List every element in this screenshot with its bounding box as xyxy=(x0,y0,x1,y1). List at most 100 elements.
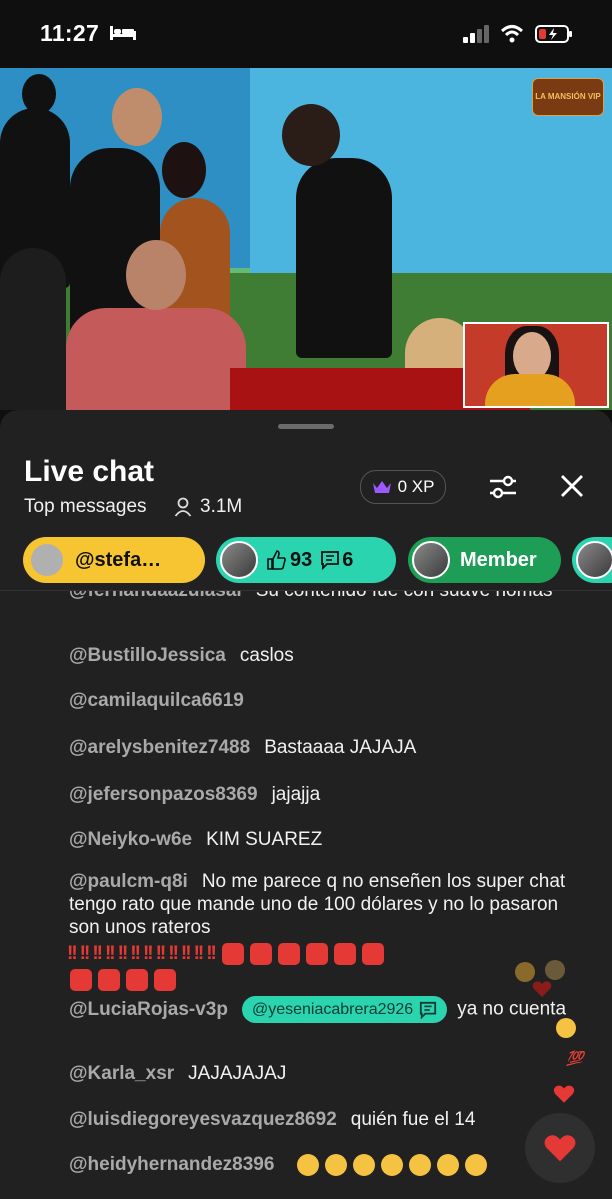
message-author[interactable]: @Neiyko-w6e xyxy=(69,829,192,850)
video-head xyxy=(22,74,56,114)
video-head xyxy=(282,104,340,166)
rofl-emoji-icon xyxy=(324,1153,347,1176)
sleep-mode-icon xyxy=(110,26,136,40)
thumbs-up-icon xyxy=(267,550,286,570)
engagement-chip[interactable]: 93 6 xyxy=(216,537,396,583)
double-exclamation-icon: !! xyxy=(92,943,103,965)
double-exclamation-icon: !! xyxy=(104,943,116,965)
chat-message[interactable]: @heidyhernandez8396 xyxy=(69,1153,589,1176)
hundred-points-icon: 💯 xyxy=(566,1050,584,1066)
video-head xyxy=(112,88,162,146)
avatar xyxy=(31,544,63,576)
video-head xyxy=(162,142,206,198)
avatar xyxy=(576,541,612,579)
pip-coat xyxy=(485,374,575,406)
message-text: quién fue el 14 xyxy=(350,1109,476,1130)
mention-chip[interactable]: @yeseniacabrera2926 xyxy=(241,996,448,1023)
chat-message[interactable]: @arelysbenitez7488 Bastaaaa JAJAJA xyxy=(69,736,589,759)
double-exclamation-icon: !! xyxy=(155,943,167,965)
rofl-emoji-icon xyxy=(352,1153,375,1176)
chat-message[interactable]: @jefersonpazos8369 jajajja xyxy=(69,783,589,806)
chat-message[interactable]: @Neiyko-w6e KIM SUAREZ xyxy=(69,828,589,851)
siren-icon xyxy=(126,969,148,991)
comment-icon xyxy=(420,1001,437,1019)
rofl-emoji-icon xyxy=(380,1153,403,1176)
heart-icon xyxy=(544,1135,576,1162)
chat-message[interactable]: @Karla_xsr JAJAJAJAJ xyxy=(69,1062,589,1085)
chat-message[interactable]: @camilaquilca6619 xyxy=(69,689,589,712)
siren-icon xyxy=(98,969,120,991)
chat-message[interactable]: @paulcm-q8i No me parece q no enseñen los… xyxy=(67,870,589,993)
chat-message[interactable]: @LuciaRojas-v3p @yeseniacabrera2926 ya no … xyxy=(69,996,589,1023)
message-author[interactable]: @LuciaRojas-v3p xyxy=(69,999,228,1020)
chat-message[interactable]: @BustilloJessica caslos xyxy=(69,644,589,667)
double-exclamation-icon: !! xyxy=(142,943,154,965)
chat-message[interactable]: @luisdiegoreyesvazquez8692 quién fue el 1… xyxy=(69,1108,589,1131)
double-exclamation-icon: !! xyxy=(168,943,179,965)
message-author[interactable]: @fernandaazulasal xyxy=(69,591,242,601)
grin-emoji-icon xyxy=(556,1018,576,1038)
cellular-signal-icon xyxy=(463,25,489,43)
message-author[interactable]: @jefersonpazos8369 xyxy=(69,784,258,805)
status-time: 11:27 xyxy=(40,20,100,46)
siren-icon xyxy=(305,943,328,965)
chat-mode-selector[interactable]: Top messages xyxy=(24,496,147,518)
filter-settings-icon[interactable] xyxy=(488,472,518,502)
send-heart-button[interactable] xyxy=(525,1113,595,1183)
person-icon xyxy=(174,497,192,517)
pinned-user-name: @stefa… xyxy=(75,548,162,571)
message-author[interactable]: @Karla_xsr xyxy=(69,1063,174,1084)
message-author[interactable]: @luisdiegoreyesvazquez8692 xyxy=(69,1109,337,1130)
status-bar: 11:27 xyxy=(0,0,612,68)
heart-icon xyxy=(532,981,552,997)
double-exclamation-icon: !! xyxy=(180,943,192,965)
double-exclamation-icon: !! xyxy=(67,943,78,965)
xp-badge[interactable]: 0 XP xyxy=(360,470,446,504)
emoji-row: !!!!!!!!!!!!!!!!!!!!!!!! xyxy=(67,941,589,993)
drag-handle[interactable] xyxy=(278,424,334,429)
message-author[interactable]: @BustilloJessica xyxy=(69,645,226,666)
message-text: Bastaaaa JAJAJA xyxy=(264,737,417,758)
pinned-user-chip[interactable]: @stefa… xyxy=(23,537,205,583)
siren-icon xyxy=(361,943,384,965)
viewer-count-value: 3.1M xyxy=(200,496,243,517)
video-head xyxy=(126,240,186,310)
avatar xyxy=(412,541,450,579)
chat-message[interactable]: @fernandaazulasal Su contenido fue con su… xyxy=(69,591,589,602)
member-chip[interactable]: Member xyxy=(408,537,561,583)
siren-icon xyxy=(221,943,244,965)
message-author[interactable]: @arelysbenitez7488 xyxy=(69,737,250,758)
rofl-emoji-icon xyxy=(408,1153,431,1176)
video-player[interactable]: LA MANSIÓN VIP xyxy=(0,68,612,410)
message-author[interactable]: @paulcm-q8i xyxy=(69,871,188,892)
message-text: KIM SUAREZ xyxy=(206,829,323,850)
rofl-emoji-icon xyxy=(464,1153,487,1176)
picture-in-picture-guest xyxy=(463,322,609,408)
video-person xyxy=(66,308,246,410)
wifi-icon xyxy=(500,25,524,43)
avatar xyxy=(220,541,258,579)
siren-icon xyxy=(333,943,356,965)
rofl-emoji-icon xyxy=(436,1153,459,1176)
more-chip[interactable] xyxy=(572,537,612,583)
xp-label: 0 XP xyxy=(397,477,435,496)
siren-icon xyxy=(249,943,272,965)
floating-reaction-icon xyxy=(515,962,535,982)
close-icon[interactable] xyxy=(558,472,586,500)
chat-message-list[interactable]: @fernandaazulasal Su contenido fue con su… xyxy=(0,591,612,1199)
message-text: Su contenido fue con suave nomas xyxy=(256,591,553,601)
double-exclamation-icon: !! xyxy=(117,943,129,965)
pip-face xyxy=(513,332,551,380)
rofl-emoji-icon xyxy=(296,1153,319,1176)
video-person xyxy=(296,158,392,358)
message-text: JAJAJAJAJ xyxy=(188,1063,287,1084)
member-label: Member xyxy=(460,548,537,571)
battery-charging-icon xyxy=(535,25,572,43)
message-author[interactable]: @camilaquilca6619 xyxy=(69,690,244,711)
double-exclamation-icon: !! xyxy=(193,943,205,965)
message-author[interactable]: @heidyhernandez8396 xyxy=(69,1154,274,1175)
double-exclamation-icon: !! xyxy=(130,943,141,965)
like-count: 93 xyxy=(290,548,313,571)
floating-reaction-icon xyxy=(545,960,565,980)
comment-icon xyxy=(321,551,340,570)
